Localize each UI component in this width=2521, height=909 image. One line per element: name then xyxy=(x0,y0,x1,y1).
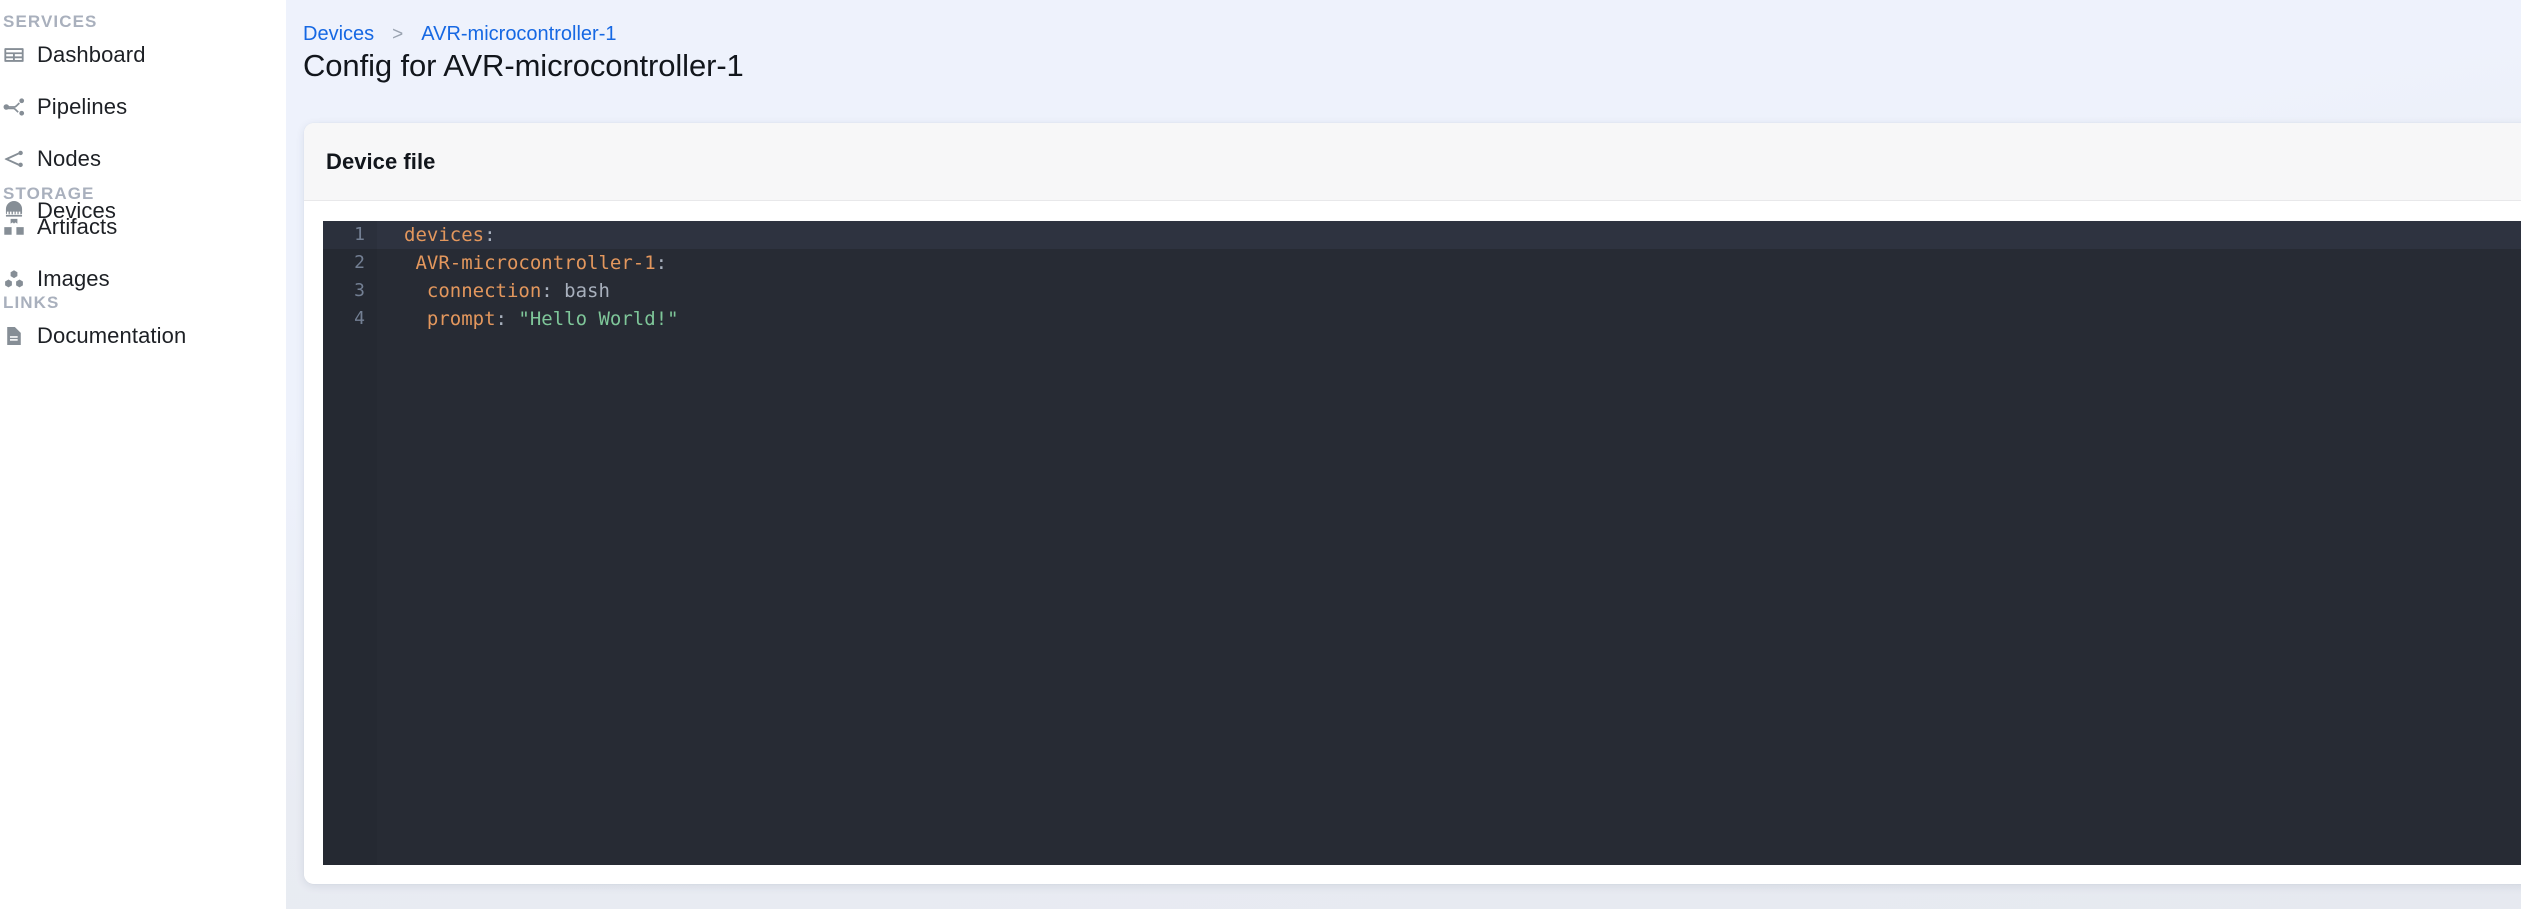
editor-line-number: 1 xyxy=(354,224,365,245)
sidebar-nav-list: SERVICES Dashboard Pipelines Nodes Devices ST… xyxy=(0,0,286,909)
sidebar-item-documentation[interactable]: Documentation xyxy=(0,310,286,362)
code-token-punc: : xyxy=(484,224,496,246)
code-editor[interactable]: 1 devices: 2 AVR-microcontroller-1: 3 conne… xyxy=(323,221,2521,865)
breadcrumb-link-devices[interactable]: Devices xyxy=(303,23,374,46)
editor-line[interactable]: 4 prompt: "Hello World!" xyxy=(323,305,2521,333)
editor-line[interactable]: 2 AVR-microcontroller-1: xyxy=(323,249,2521,277)
sidebar-item-label-pipelines: Pipelines xyxy=(37,94,128,119)
editor-line-code: connection: bash xyxy=(377,277,610,305)
editor-lines: 1 devices: 2 AVR-microcontroller-1: 3 conne… xyxy=(323,221,2521,333)
sidebar-item-label-images: Images xyxy=(37,266,110,291)
artifacts-boxes-icon xyxy=(3,216,37,238)
card-header: Device file Save xyxy=(304,123,2521,201)
card-title: Device file xyxy=(326,148,436,174)
sidebar-item-label-artifacts: Artifacts xyxy=(37,214,118,239)
editor-line-code: devices: xyxy=(377,221,496,249)
sidebar-item-label-nodes: Nodes xyxy=(37,146,102,171)
editor-line-number: 4 xyxy=(354,308,365,329)
sidebar-item-nodes[interactable]: Nodes xyxy=(0,133,286,185)
dashboard-grid-icon xyxy=(3,44,37,66)
editor-line-code: AVR-microcontroller-1: xyxy=(377,249,667,277)
editor-line-number: 2 xyxy=(354,252,365,273)
images-cubes-icon xyxy=(3,268,37,290)
code-token-key: prompt xyxy=(404,308,496,330)
app-root: SERVICES Dashboard Pipelines Nodes Devices ST… xyxy=(0,0,2521,909)
code-token-punc: : xyxy=(655,252,668,274)
sidebar-item-dashboard[interactable]: Dashboard xyxy=(0,29,286,81)
code-token-plain: bash xyxy=(552,280,610,302)
editor-line[interactable]: 1 devices: xyxy=(323,221,2521,249)
breadcrumb: Devices > AVR-microcontroller-1 xyxy=(303,23,616,46)
nodes-share-icon xyxy=(3,148,37,170)
code-token-key: AVR-microcontroller-1 xyxy=(404,252,656,274)
device-file-card: Device file Save 1devices:2 AVR-microcon… xyxy=(304,123,2521,884)
code-token-punc: : xyxy=(495,308,507,330)
documentation-file-icon xyxy=(3,325,37,347)
breadcrumb-separator: > xyxy=(392,23,404,45)
page-content: Devices > AVR-microcontroller-1 Config f… xyxy=(286,0,2521,909)
main-region: Devices > AVR-microcontroller-1 Config f… xyxy=(286,0,2521,909)
code-token-str: "Hello World!" xyxy=(518,308,679,330)
editor-line-code: prompt: "Hello World!" xyxy=(377,305,679,333)
editor-line-number: 3 xyxy=(354,280,365,301)
sidebar-item-artifacts[interactable]: Artifacts xyxy=(0,201,286,253)
card-body: 1 devices: 2 AVR-microcontroller-1: 3 conne… xyxy=(304,201,2521,883)
code-token-key: devices xyxy=(404,224,485,246)
code-token-punc: : xyxy=(541,280,553,302)
sidebar: SERVICES Dashboard Pipelines Nodes Devices ST… xyxy=(0,0,286,909)
editor-line[interactable]: 3 connection: bash xyxy=(323,277,2521,305)
sidebar-item-pipelines[interactable]: Pipelines xyxy=(0,81,286,133)
sidebar-item-label-documentation: Documentation xyxy=(37,323,187,348)
code-token-key: connection xyxy=(404,280,542,302)
sidebar-item-label-dashboard: Dashboard xyxy=(37,42,146,67)
breadcrumb-link-current[interactable]: AVR-microcontroller-1 xyxy=(421,23,616,46)
pipelines-branch-icon xyxy=(3,96,37,118)
page-title: Config for AVR-microcontroller-1 xyxy=(303,48,744,83)
